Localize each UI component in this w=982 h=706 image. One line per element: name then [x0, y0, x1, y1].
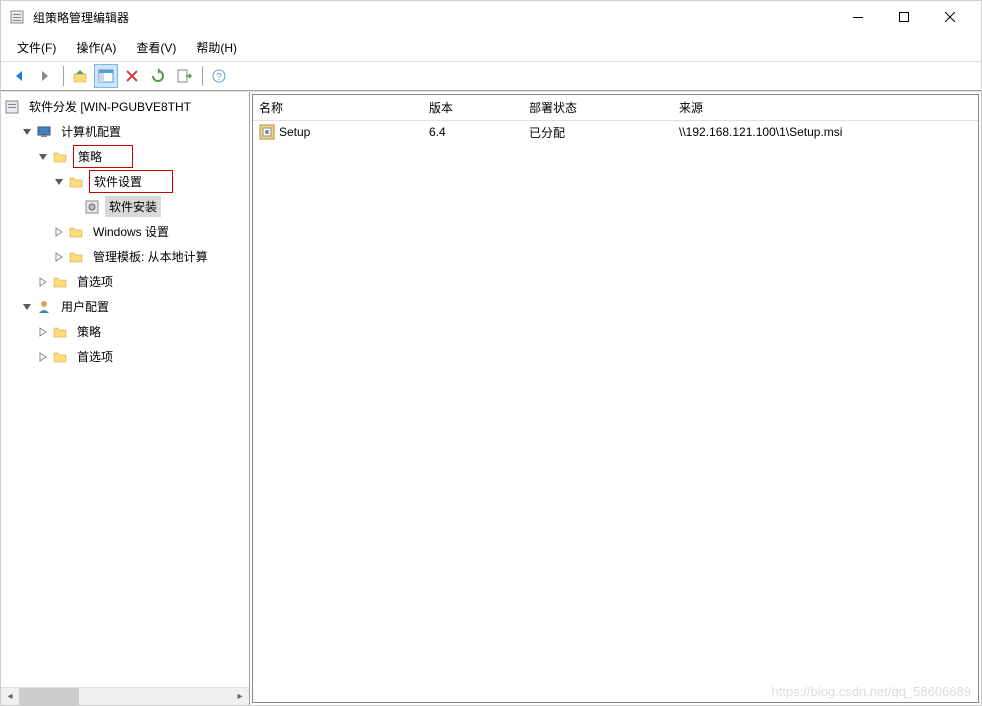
tree-label: 首选项 [73, 271, 117, 292]
list-body: Setup 6.4 已分配 \\192.168.121.100\1\Setup.… [253, 121, 978, 702]
scroll-thumb[interactable] [19, 688, 79, 705]
tree-label: 策略 [73, 145, 133, 168]
toolbar-separator [63, 66, 64, 86]
user-icon [35, 299, 53, 315]
horizontal-scrollbar[interactable]: ◂ ▸ [1, 687, 249, 705]
folder-icon [51, 149, 69, 165]
menu-help[interactable]: 帮助(H) [188, 35, 245, 60]
help-button[interactable]: ? [207, 64, 231, 88]
toolbar: ? [1, 61, 981, 91]
close-button[interactable] [927, 2, 973, 32]
app-icon [9, 9, 25, 25]
title-bar: 组策略管理编辑器 [1, 1, 981, 33]
computer-icon [35, 124, 53, 140]
msi-icon [259, 124, 275, 140]
expand-icon[interactable] [35, 349, 51, 365]
menu-bar: 文件(F) 操作(A) 查看(V) 帮助(H) [1, 33, 981, 61]
installer-icon [83, 199, 101, 215]
maximize-button[interactable] [881, 2, 927, 32]
collapse-icon[interactable] [19, 124, 35, 140]
tree-label: 软件设置 [89, 170, 173, 193]
list-pane: 名称 版本 部署状态 来源 Setup 6.4 已分配 \\192.168.12… [252, 94, 979, 703]
list-item[interactable]: Setup 6.4 已分配 \\192.168.121.100\1\Setup.… [253, 121, 978, 143]
minimize-button[interactable] [835, 2, 881, 32]
show-hide-tree-button[interactable] [94, 64, 118, 88]
tree-admin-templates[interactable]: 管理模板: 从本地计算 [1, 244, 249, 269]
watermark: https://blog.csdn.net/qq_58606689 [772, 684, 972, 699]
tree-preferences-user[interactable]: 首选项 [1, 344, 249, 369]
tree-software-settings[interactable]: 软件设置 [1, 169, 249, 194]
column-version[interactable]: 版本 [423, 95, 523, 120]
main-area: 软件分发 [WIN-PGUBVE8THT 计算机配置 策略 软件设置 软件安装 [1, 91, 981, 705]
cell-name: Setup [253, 122, 423, 142]
folder-icon [67, 174, 85, 190]
folder-icon [51, 274, 69, 290]
expand-icon[interactable] [35, 274, 51, 290]
tree[interactable]: 软件分发 [WIN-PGUBVE8THT 计算机配置 策略 软件设置 软件安装 [1, 92, 249, 687]
tree-label: 软件分发 [WIN-PGUBVE8THT [25, 96, 195, 117]
menu-file[interactable]: 文件(F) [9, 35, 64, 60]
policy-icon [3, 99, 21, 115]
refresh-button[interactable] [146, 64, 170, 88]
toolbar-separator [202, 66, 203, 86]
tree-windows-settings[interactable]: Windows 设置 [1, 219, 249, 244]
svg-text:?: ? [216, 72, 222, 83]
scroll-left-button[interactable]: ◂ [1, 688, 19, 705]
cell-version: 6.4 [423, 123, 523, 141]
tree-computer-config[interactable]: 计算机配置 [1, 119, 249, 144]
menu-action[interactable]: 操作(A) [68, 35, 124, 60]
scroll-right-button[interactable]: ▸ [231, 688, 249, 705]
tree-label: 管理模板: 从本地计算 [89, 246, 212, 267]
tree-label: 策略 [73, 321, 105, 342]
collapse-icon[interactable] [19, 299, 35, 315]
tree-preferences[interactable]: 首选项 [1, 269, 249, 294]
tree-policies[interactable]: 策略 [1, 144, 249, 169]
expand-icon[interactable] [51, 224, 67, 240]
window-title: 组策略管理编辑器 [33, 9, 835, 26]
column-source[interactable]: 来源 [673, 95, 978, 120]
up-button[interactable] [68, 64, 92, 88]
tree-label: 首选项 [73, 346, 117, 367]
scroll-track[interactable] [19, 688, 231, 705]
tree-policies-user[interactable]: 策略 [1, 319, 249, 344]
tree-user-config[interactable]: 用户配置 [1, 294, 249, 319]
cell-source: \\192.168.121.100\1\Setup.msi [673, 123, 978, 141]
menu-view[interactable]: 查看(V) [128, 35, 184, 60]
cell-name-text: Setup [279, 125, 310, 139]
forward-button[interactable] [33, 64, 57, 88]
window-controls [835, 2, 973, 32]
tree-label: 用户配置 [57, 296, 113, 317]
folder-icon [67, 249, 85, 265]
tree-label: Windows 设置 [89, 221, 173, 242]
folder-icon [67, 224, 85, 240]
expand-icon[interactable] [35, 324, 51, 340]
tree-label: 计算机配置 [57, 121, 125, 142]
folder-icon [51, 349, 69, 365]
collapse-icon[interactable] [35, 149, 51, 165]
back-button[interactable] [7, 64, 31, 88]
list-header: 名称 版本 部署状态 来源 [253, 95, 978, 121]
tree-software-install[interactable]: 软件安装 [1, 194, 249, 219]
column-name[interactable]: 名称 [253, 95, 423, 120]
tree-label: 软件安装 [105, 196, 161, 217]
tree-root[interactable]: 软件分发 [WIN-PGUBVE8THT [1, 94, 249, 119]
tree-pane: 软件分发 [WIN-PGUBVE8THT 计算机配置 策略 软件设置 软件安装 [1, 92, 250, 705]
expand-icon[interactable] [51, 249, 67, 265]
export-button[interactable] [172, 64, 196, 88]
folder-icon [51, 324, 69, 340]
column-status[interactable]: 部署状态 [523, 95, 673, 120]
delete-button[interactable] [120, 64, 144, 88]
collapse-icon[interactable] [51, 174, 67, 190]
cell-status: 已分配 [523, 122, 673, 143]
